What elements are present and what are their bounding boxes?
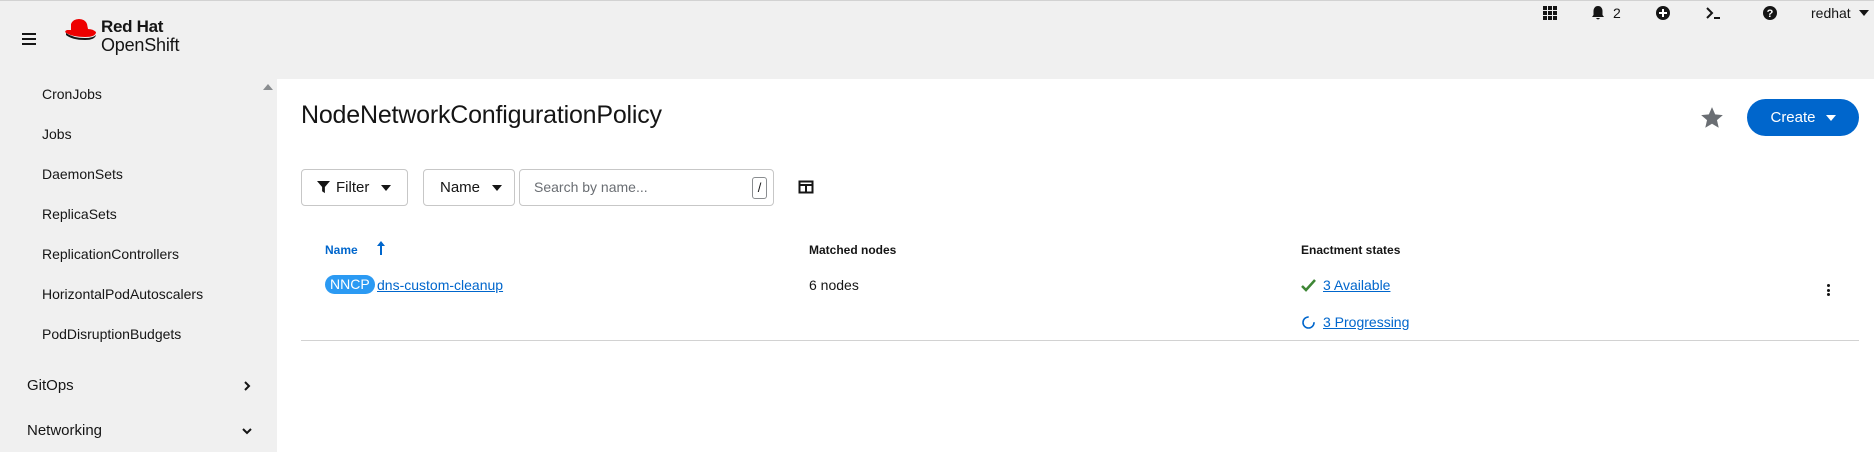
filter-label: Filter [336,179,370,196]
create-button-label: Create [1770,109,1816,126]
masthead: Red Hat OpenShift 2 ? redhat [0,0,1874,79]
in-progress-icon [1302,316,1315,329]
filter-type-select[interactable]: Name [423,169,515,206]
brand-line1: Red Hat [101,17,164,36]
row-divider [301,340,1859,341]
sidebar: CronJobs Jobs DaemonSets ReplicaSets Rep… [0,79,277,452]
resource-kind-badge: NNCP [325,275,375,294]
search-input[interactable] [534,179,734,195]
chevron-down-icon [1825,114,1836,121]
sidebar-section-label: Networking [27,422,103,439]
column-header-name[interactable]: Name [325,243,358,257]
brand-line2: OpenShift [101,35,180,55]
notifications-button[interactable]: 2 [1590,1,1621,25]
available-state-link[interactable]: 3 Available [1323,277,1390,293]
sidebar-item-cronjobs[interactable]: CronJobs [42,86,102,102]
search-box[interactable]: / [519,169,774,206]
page-title: NodeNetworkConfigurationPolicy [301,101,662,129]
sidebar-section-gitops[interactable]: GitOps [27,377,252,394]
chevron-down-icon [1858,10,1869,16]
import-button[interactable] [1655,1,1671,25]
sidebar-item-jobs[interactable]: Jobs [42,126,72,142]
scroll-up-icon[interactable] [263,84,273,90]
sidebar-section-label: GitOps [27,377,74,394]
progressing-state-link[interactable]: 3 Progressing [1323,314,1409,330]
app-launcher-icon [1543,6,1557,20]
main-content: NodeNetworkConfigurationPolicy Create Fi… [277,79,1874,452]
red-hat-icon [65,19,96,40]
terminal-button[interactable] [1705,1,1721,25]
sidebar-item-poddisruptionbudgets[interactable]: PodDisruptionBudgets [42,326,181,342]
filter-type-label: Name [440,179,481,196]
notification-count: 2 [1613,5,1621,21]
column-header-matched-nodes: Matched nodes [809,243,897,257]
user-menu[interactable]: redhat [1811,1,1869,25]
create-button[interactable]: Create [1747,99,1859,136]
search-shortcut-hint: / [752,177,767,199]
svg-text:?: ? [1767,8,1774,20]
check-icon [1301,279,1316,292]
red-hat-openshift-logo[interactable]: Red Hat OpenShift [63,18,179,60]
app-launcher-button[interactable] [1542,1,1558,25]
chevron-down-icon [242,427,252,434]
help-button[interactable]: ? [1762,1,1778,25]
plus-circle-icon [1656,6,1670,20]
filter-dropdown[interactable]: Filter [301,169,408,206]
user-name: redhat [1811,5,1851,21]
sidebar-item-horizontalpodautoscalers[interactable]: HorizontalPodAutoscalers [42,286,203,302]
matched-nodes-value: 6 nodes [809,277,859,293]
row-actions-kebab[interactable] [1821,282,1835,298]
terminal-icon [1706,7,1720,19]
manage-columns-icon[interactable] [798,179,814,195]
chevron-down-icon [492,184,503,191]
bell-icon [1592,6,1604,20]
help-icon: ? [1763,6,1777,20]
sidebar-item-replicationcontrollers[interactable]: ReplicationControllers [42,246,179,262]
chevron-down-icon [381,184,392,191]
filter-icon [317,181,330,194]
sidebar-item-daemonsets[interactable]: DaemonSets [42,166,123,182]
star-icon[interactable] [1699,105,1725,131]
sidebar-item-replicasets[interactable]: ReplicaSets [42,206,117,222]
resource-name-link[interactable]: dns-custom-cleanup [377,277,503,293]
chevron-right-icon [244,380,251,391]
menu-icon[interactable] [22,33,36,47]
sort-ascending-icon[interactable] [376,241,386,255]
column-header-enactment-states: Enactment states [1301,243,1401,257]
sidebar-section-networking[interactable]: Networking [27,422,252,439]
